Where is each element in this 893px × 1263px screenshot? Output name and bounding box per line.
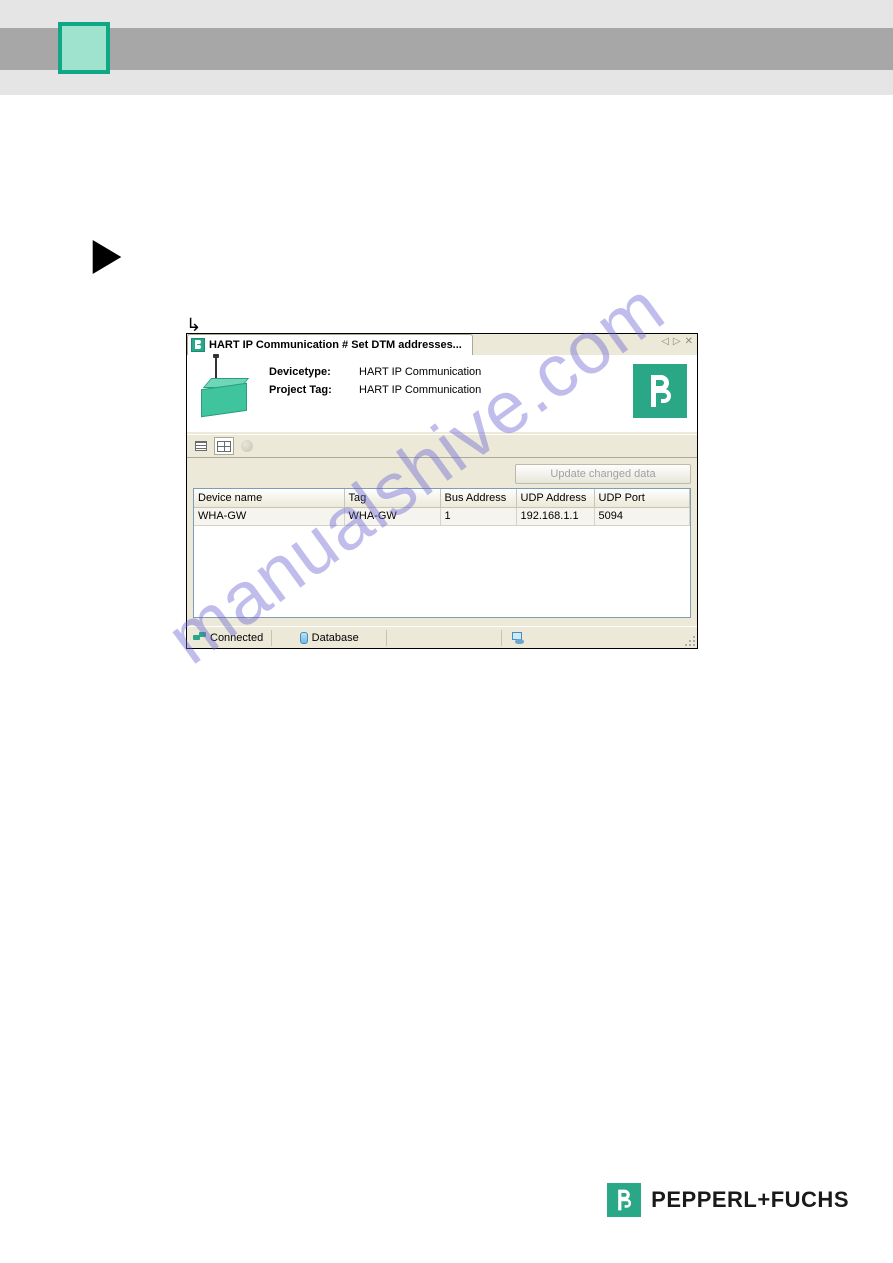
dialog-header-panel: Devicetype: HART IP Communication Projec… (187, 356, 697, 434)
page-header-bar (0, 0, 893, 95)
connected-icon (193, 632, 206, 643)
update-changed-data-button[interactable]: Update changed data (515, 464, 691, 484)
view-grid-button[interactable] (214, 437, 234, 455)
devicetype-value: HART IP Communication (359, 366, 481, 378)
status-bar: Connected Database (187, 626, 697, 648)
col-udp-port[interactable]: UDP Port (594, 489, 690, 507)
pf-logo-icon (633, 364, 687, 418)
tab-hart-ip-set-dtm[interactable]: HART IP Communication # Set DTM addresse… (187, 334, 473, 355)
pf-tab-icon (191, 338, 205, 352)
view-3d-button[interactable] (237, 437, 257, 455)
device-address-grid[interactable]: Device name Tag Bus Address UDP Address … (193, 488, 691, 618)
col-tag[interactable]: Tag (344, 489, 440, 507)
dtm-address-dialog: HART IP Communication # Set DTM addresse… (186, 333, 698, 649)
status-database: Database (312, 632, 359, 644)
projecttag-value: HART IP Communication (359, 384, 481, 396)
tab-next-button[interactable]: ▷ (673, 336, 681, 347)
devicetype-label: Devicetype: (269, 366, 359, 378)
header-stripe (0, 28, 893, 70)
cell-udp-port[interactable]: 5094 (594, 507, 690, 525)
resize-grip-icon[interactable] (682, 633, 696, 647)
header-accent-square (58, 22, 110, 74)
cell-tag[interactable]: WHA-GW (344, 507, 440, 525)
table-row[interactable]: WHA-GW WHA-GW 1 192.168.1.1 5094 (194, 507, 690, 525)
col-udp-address[interactable]: UDP Address (516, 489, 594, 507)
footer-brand-text: PEPPERL+FUCHS (651, 1187, 849, 1213)
cell-device-name[interactable]: WHA-GW (194, 507, 344, 525)
list-icon (195, 441, 207, 451)
grid-icon (217, 441, 231, 452)
header-fields: Devicetype: HART IP Communication Projec… (269, 364, 621, 422)
device-image (197, 364, 257, 422)
col-bus-address[interactable]: Bus Address (440, 489, 516, 507)
footer-brand: PEPPERL+FUCHS (607, 1183, 849, 1217)
sphere-icon (241, 440, 253, 452)
status-connected: Connected (210, 632, 263, 644)
projecttag-label: Project Tag: (269, 384, 359, 396)
view-list-button[interactable] (191, 437, 211, 455)
footer-pf-icon (607, 1183, 641, 1217)
tab-window-controls: ◁ ▷ ✕ (661, 336, 693, 347)
tab-title: HART IP Communication # Set DTM addresse… (209, 339, 462, 351)
tab-prev-button[interactable]: ◁ (661, 336, 669, 347)
cell-bus-address[interactable]: 1 (440, 507, 516, 525)
view-toolbar (187, 434, 697, 458)
tab-close-button[interactable]: ✕ (685, 336, 693, 347)
tab-strip: HART IP Communication # Set DTM addresse… (187, 334, 697, 356)
col-device-name[interactable]: Device name (194, 489, 344, 507)
procedure-arrow-icon (93, 240, 122, 274)
network-icon (510, 632, 524, 644)
database-icon (300, 632, 308, 644)
cell-udp-address[interactable]: 192.168.1.1 (516, 507, 594, 525)
grid-panel: Update changed data Device name Tag Bus … (187, 458, 697, 626)
